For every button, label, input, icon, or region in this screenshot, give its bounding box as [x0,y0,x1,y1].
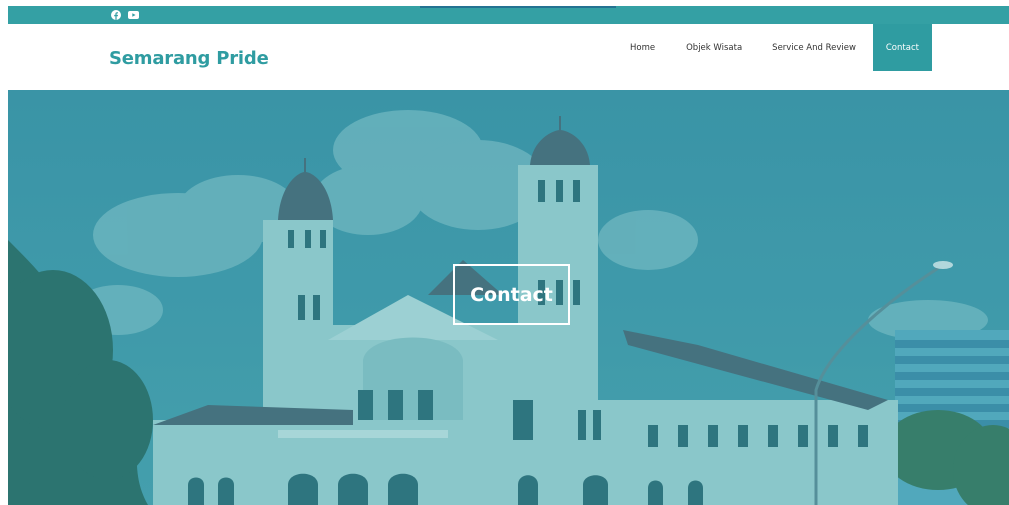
nav-item-service-and-review[interactable]: Service And Review [757,24,871,71]
nav-item-objek-wisata[interactable]: Objek Wisata [671,24,757,71]
top-bar [8,6,1009,24]
youtube-icon[interactable] [128,10,139,20]
page: Semarang Pride Home Objek Wisata Service… [8,6,1009,505]
nav-item-home[interactable]: Home [614,24,671,71]
main-nav: Home Objek Wisata Service And Review Con… [614,24,932,71]
hero-banner: Contact [8,90,1009,505]
facebook-icon[interactable] [110,10,121,20]
hero-title: Contact [470,283,553,306]
top-bar-divider [420,6,616,8]
social-links [110,10,139,20]
site-header: Semarang Pride Home Objek Wisata Service… [8,24,1009,90]
site-brand[interactable]: Semarang Pride [109,48,269,69]
hero-title-frame: Contact [453,264,570,325]
nav-item-contact[interactable]: Contact [872,24,932,71]
